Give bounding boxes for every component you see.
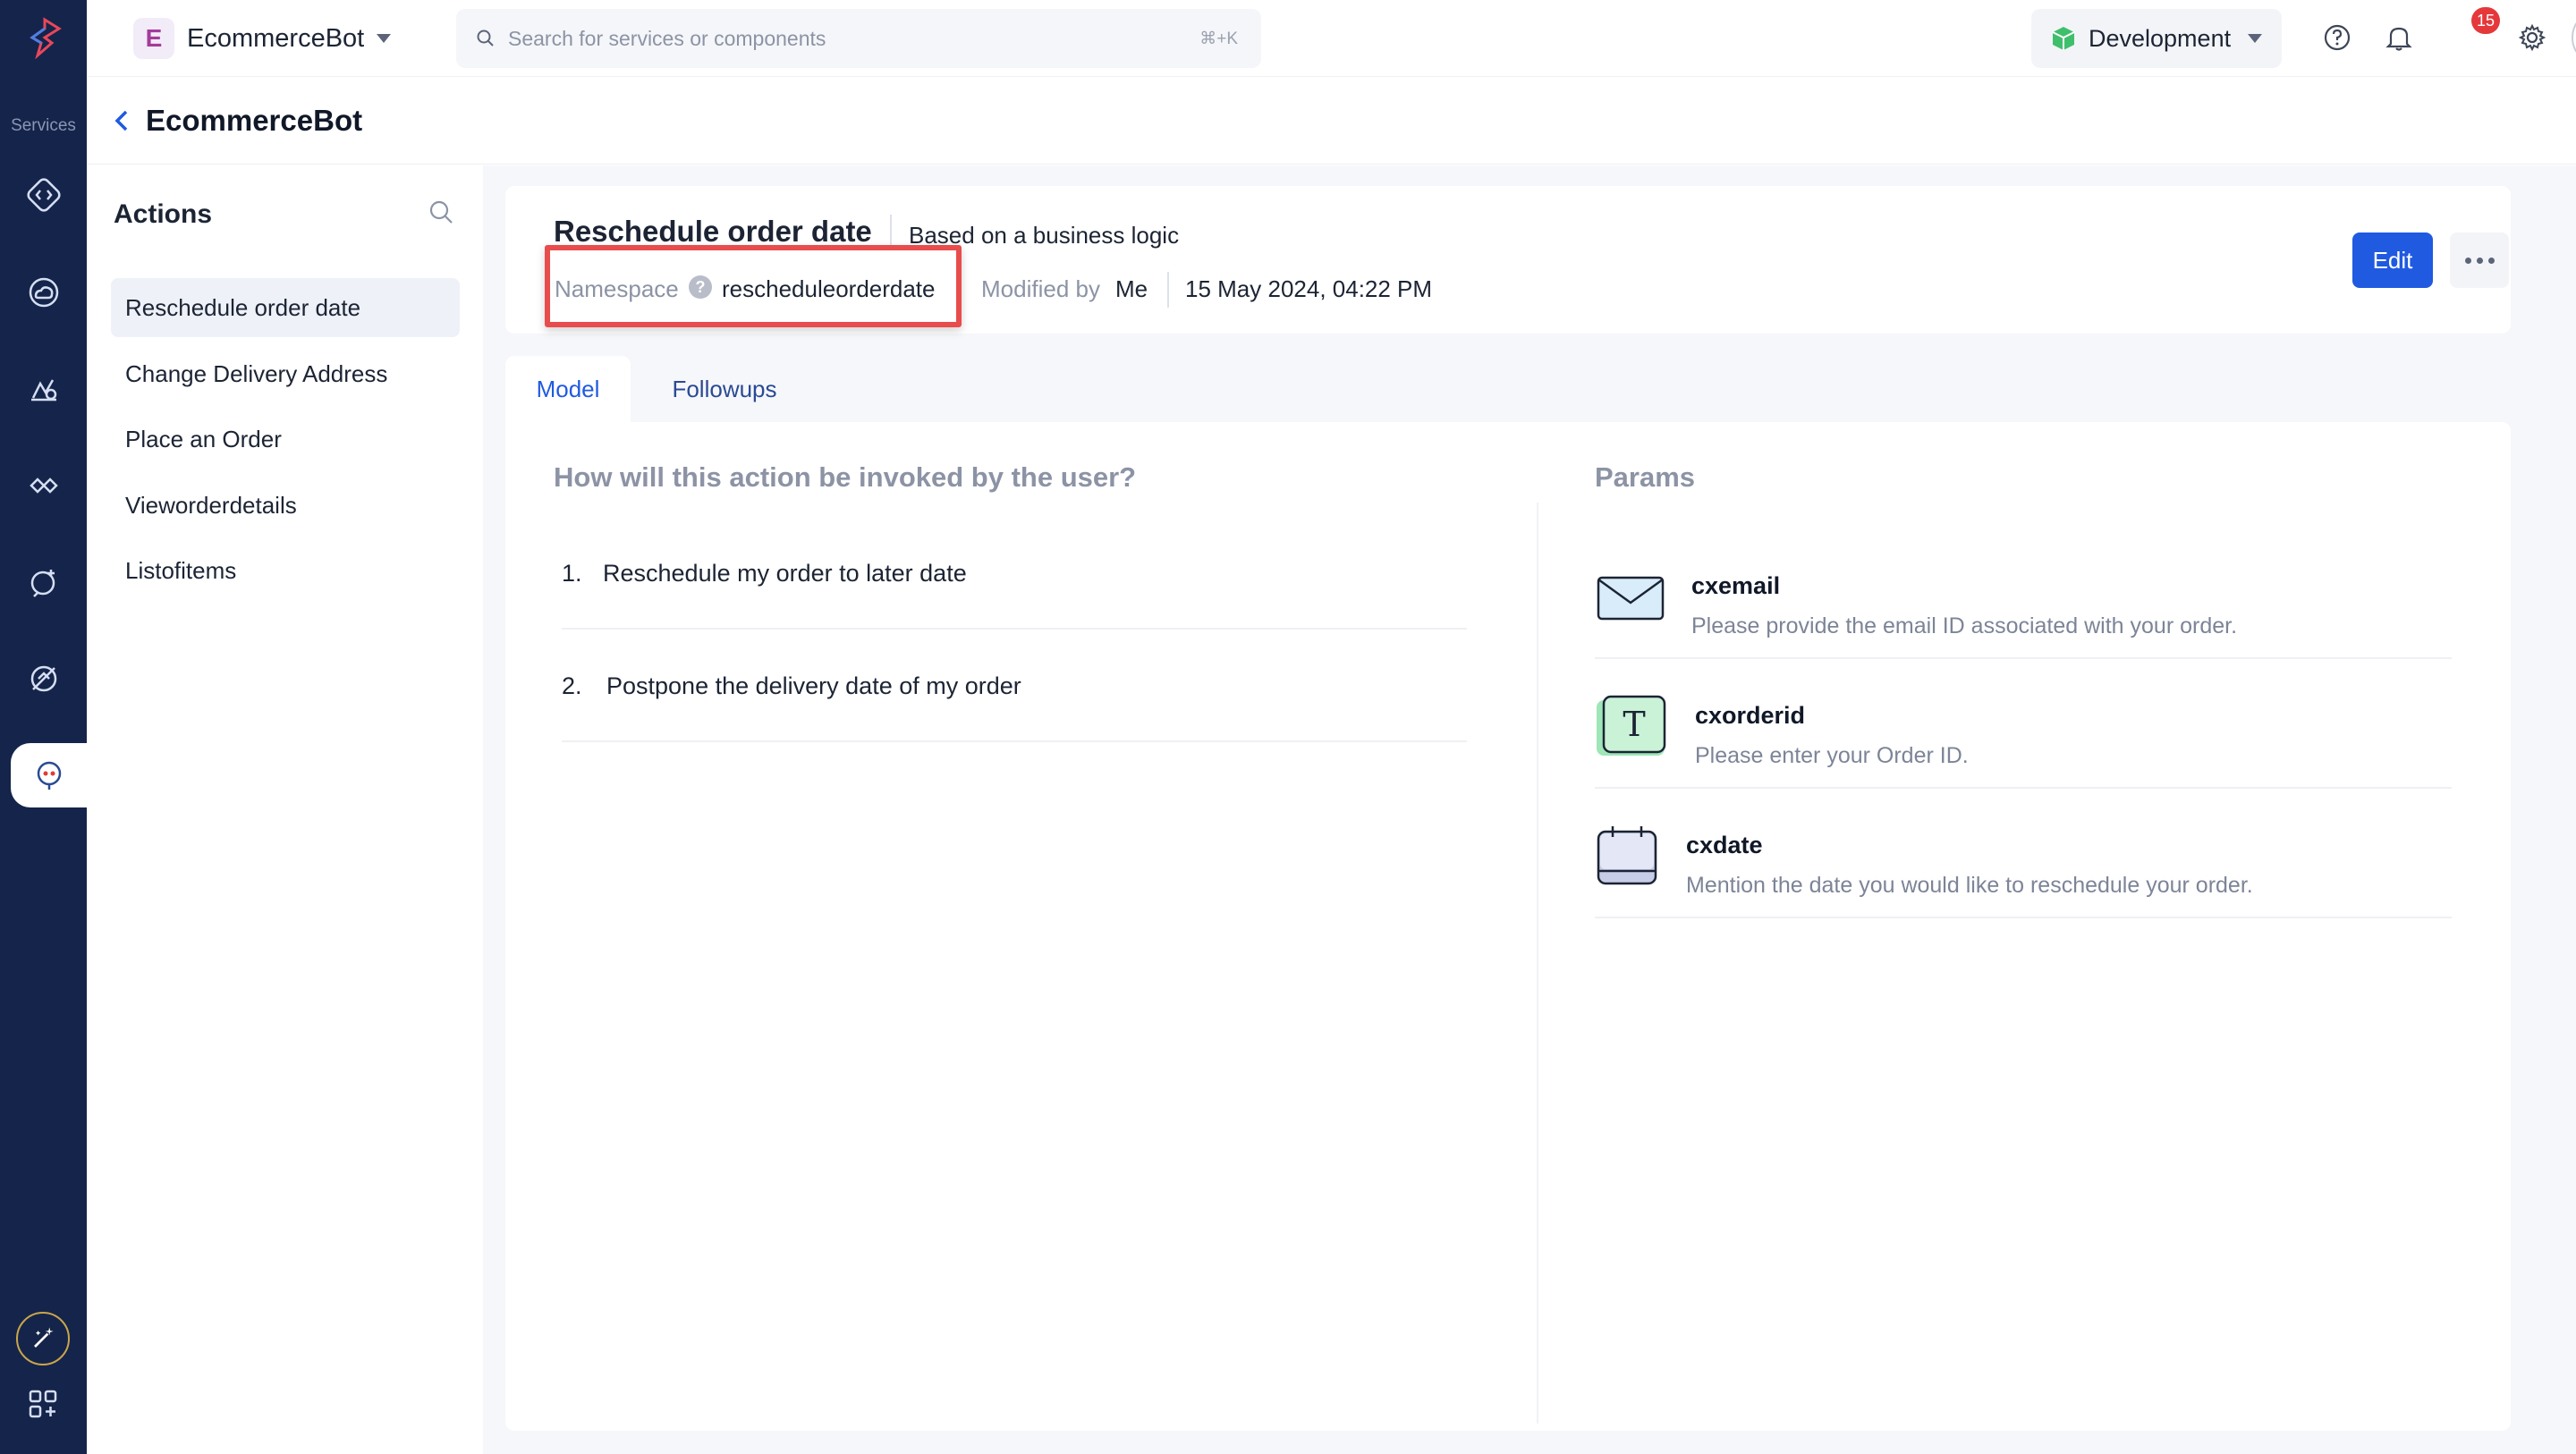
action-item-listofitems[interactable]: Listofitems xyxy=(111,541,460,600)
utterance-number: 2. xyxy=(562,672,582,699)
action-item-reschedule-order-date[interactable]: Reschedule order date xyxy=(111,278,460,337)
ai-agent-icon xyxy=(30,570,55,597)
code-studio-nav[interactable] xyxy=(21,173,66,217)
param-name: cxdate xyxy=(1686,832,1763,858)
page-title: EcommerceBot xyxy=(146,104,363,137)
app-name: EcommerceBot xyxy=(187,23,365,53)
cloud-icon xyxy=(29,277,59,308)
global-search[interactable]: ⌘+K xyxy=(456,9,1261,68)
action-detail-header: Reschedule order date Based on a busines… xyxy=(505,186,2511,334)
breadcrumb: EcommerceBot xyxy=(87,77,2576,165)
notification-count-badge: 15 xyxy=(2471,7,2501,34)
tab-followups[interactable]: Followups xyxy=(644,356,805,422)
help-icon xyxy=(2324,24,2351,51)
email-icon xyxy=(1597,576,1665,621)
top-bar: E EcommerceBot ⌘+K Development 15 xyxy=(87,0,2576,77)
utterance-text: Reschedule my order to later date xyxy=(603,560,967,587)
settings-button[interactable] xyxy=(2514,20,2550,55)
environment-label: Development xyxy=(2089,24,2232,52)
more-dot-icon xyxy=(2464,257,2471,264)
utterances-heading: How will this action be invoked by the u… xyxy=(554,461,1137,493)
bell-icon xyxy=(2385,27,2412,51)
user-avatar[interactable] xyxy=(2572,10,2576,65)
param-name: cxemail xyxy=(1691,572,1781,599)
apps-grid-icon[interactable] xyxy=(27,1388,59,1420)
ai-agent-nav[interactable] xyxy=(21,560,66,604)
gear-icon xyxy=(2518,23,2546,52)
actions-sidebar: Actions Reschedule order date Change Del… xyxy=(87,165,483,1454)
model-content: How will this action be invoked by the u… xyxy=(505,422,2511,1431)
notifications-button[interactable] xyxy=(2381,20,2417,55)
search-input[interactable] xyxy=(508,26,1134,51)
param-row-cxdate[interactable]: cxdate Mention the date you would like t… xyxy=(1595,789,2452,918)
param-description: Please provide the email ID associated w… xyxy=(1691,613,2238,638)
tab-model[interactable]: Model xyxy=(505,356,631,422)
action-item-vieworderdetails[interactable]: Vieworderdetails xyxy=(111,476,460,535)
magic-wand-button[interactable] xyxy=(16,1312,70,1365)
magic-wand-icon xyxy=(34,1327,54,1348)
action-item-change-delivery-address[interactable]: Change Delivery Address xyxy=(111,344,460,403)
search-icon[interactable] xyxy=(427,198,457,228)
more-dot-icon xyxy=(2476,257,2483,264)
modified-by-value: Me xyxy=(1115,275,1148,302)
help-icon[interactable]: ? xyxy=(689,275,712,299)
param-row-cxemail[interactable]: cxemail Please provide the email ID asso… xyxy=(1595,529,2452,659)
actions-title: Actions xyxy=(114,199,213,229)
satellite-nav[interactable] xyxy=(21,656,66,701)
edit-button[interactable]: Edit xyxy=(2352,232,2433,288)
back-arrow-icon[interactable] xyxy=(105,104,139,138)
utterance-row[interactable]: 1. Reschedule my order to later date xyxy=(562,517,1467,630)
app-switcher[interactable]: E EcommerceBot xyxy=(133,18,392,59)
chatbot-icon xyxy=(37,761,61,790)
cloud-nav[interactable] xyxy=(21,270,66,315)
param-name: cxorderid xyxy=(1695,702,1806,729)
services-label: Services xyxy=(11,116,76,135)
search-icon xyxy=(477,30,494,46)
param-description: Please enter your Order ID. xyxy=(1695,743,1969,768)
svg-text:T: T xyxy=(1623,705,1645,744)
search-shortcut: ⌘+K xyxy=(1199,29,1238,48)
more-dot-icon xyxy=(2487,257,2495,264)
utterance-number: 1. xyxy=(562,560,582,587)
integration-nav[interactable] xyxy=(21,463,66,508)
cube-icon xyxy=(2052,27,2075,50)
column-divider xyxy=(1537,503,1538,1424)
action-title: Reschedule order date xyxy=(554,215,872,248)
modified-date: 15 May 2024, 04:22 PM xyxy=(1185,275,1433,302)
analytics-nav[interactable] xyxy=(21,367,66,411)
caret-down-icon xyxy=(2248,34,2262,43)
divider xyxy=(1167,272,1169,308)
param-row-cxorderid[interactable]: T cxorderid Please enter your Order ID. xyxy=(1595,659,2452,789)
left-rail: Services xyxy=(0,0,87,1454)
code-icon xyxy=(27,178,61,212)
chart-icon xyxy=(31,379,57,402)
app-badge: E xyxy=(133,18,174,59)
calendar-icon xyxy=(1597,826,1657,885)
namespace-value: rescheduleorderdate xyxy=(722,275,936,302)
namespace-label: Namespace xyxy=(555,275,679,302)
text-icon: T xyxy=(1597,695,1666,756)
chatbot-nav[interactable] xyxy=(11,743,87,807)
utterance-text: Postpone the delivery date of my order xyxy=(606,672,1021,699)
params-heading: Params xyxy=(1595,461,1696,493)
zoho-logo-icon[interactable] xyxy=(25,16,64,59)
satellite-icon xyxy=(30,665,57,692)
modified-by-label: Modified by xyxy=(981,275,1100,302)
integration-icon xyxy=(30,478,58,494)
param-description: Mention the date you would like to resch… xyxy=(1686,873,2253,898)
help-button[interactable] xyxy=(2319,20,2355,55)
action-item-place-an-order[interactable]: Place an Order xyxy=(111,410,460,469)
utterance-row[interactable]: 2. Postpone the delivery date of my orde… xyxy=(562,630,1467,742)
environment-selector[interactable]: Development xyxy=(2031,9,2282,68)
more-options-button[interactable] xyxy=(2450,232,2509,288)
caret-down-icon xyxy=(377,34,392,43)
